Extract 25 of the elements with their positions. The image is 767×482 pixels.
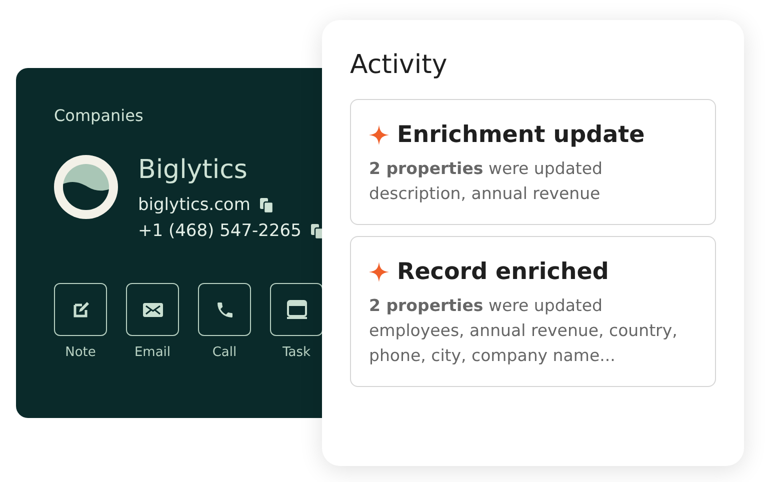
activity-details: description, annual revenue (369, 183, 602, 205)
action-button[interactable] (54, 283, 107, 336)
activity-details: employees, annual revenue, country, phone, city, company name... (369, 320, 678, 367)
copy-icon[interactable] (260, 198, 274, 212)
company-name: Biglytics (138, 155, 248, 185)
sparkle-icon (369, 125, 389, 145)
activity-summary: 2 properties were updated (369, 295, 604, 317)
activity-summary: 2 properties were updated (369, 158, 604, 180)
action-label: Call (212, 345, 237, 360)
company-logo (54, 155, 118, 219)
action-label: Note (65, 345, 96, 360)
action-button[interactable] (198, 283, 251, 336)
section-label: Companies (54, 106, 144, 125)
action-button[interactable] (126, 283, 179, 336)
tray-icon (286, 300, 308, 320)
action-label: Email (134, 345, 171, 360)
phone-icon (214, 300, 234, 320)
activity-title: Record enriched (397, 259, 609, 285)
panel-title: Activity (350, 50, 448, 80)
phone-text: +1 (468) 547-2265 (138, 221, 302, 241)
sparkle-icon (369, 262, 389, 282)
website-text: biglytics.com (138, 195, 250, 215)
action-label: Task (282, 345, 311, 360)
activity-title: Enrichment update (397, 122, 645, 148)
envelope-icon (142, 302, 162, 316)
